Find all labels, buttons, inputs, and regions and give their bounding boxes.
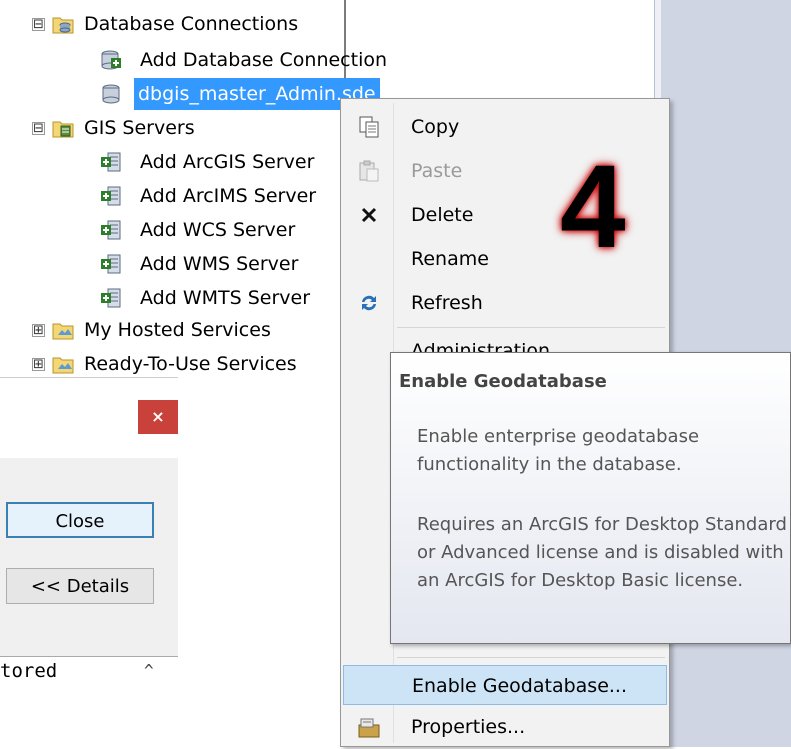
menu-label: Enable Geodatabase...: [412, 675, 628, 697]
tree-node-server-1[interactable]: Add ArcIMS Server: [0, 180, 340, 212]
menu-item-refresh[interactable]: Refresh: [343, 283, 667, 323]
menu-label: Rename: [411, 248, 489, 270]
tree-label: Add WMS Server: [140, 253, 299, 275]
tree-node-ready-to-use[interactable]: ⊞ Ready-To-Use Services: [0, 348, 340, 380]
tree-label: Add WCS Server: [140, 219, 296, 241]
tree-label: Ready-To-Use Services: [84, 353, 297, 375]
folder-icon: [52, 323, 74, 340]
tree-node-my-hosted-services[interactable]: ⊞ My Hosted Services: [0, 314, 340, 346]
progress-dialog: × Close << Details tored ^: [0, 377, 178, 749]
tree-node-server-4[interactable]: Add WMTS Server: [0, 282, 340, 314]
step-number-annotation: 4: [560, 141, 626, 273]
expand-icon[interactable]: ⊞: [32, 358, 45, 371]
scroll-up-icon[interactable]: ^: [144, 661, 154, 680]
tree-node-server-3[interactable]: Add WMS Server: [0, 248, 340, 280]
database-icon: [102, 84, 120, 104]
database-folder-icon: [52, 17, 74, 34]
paste-icon: [359, 160, 379, 182]
properties-icon: [358, 718, 380, 738]
add-connection-icon: [101, 50, 121, 70]
tree-label: GIS Servers: [84, 117, 195, 139]
tooltip-title: Enable Geodatabase: [399, 371, 607, 392]
add-server-icon: [101, 254, 121, 274]
tooltip: Enable Geodatabase Enable enterprise geo…: [390, 352, 791, 644]
delete-icon: [361, 207, 377, 223]
tooltip-description: Enable enterprise geodatabase functional…: [417, 426, 700, 475]
menu-label: Copy: [411, 116, 460, 138]
dialog-titlebar: ×: [0, 378, 178, 458]
details-button[interactable]: << Details: [6, 568, 154, 604]
add-server-icon: [101, 186, 121, 206]
close-icon[interactable]: ×: [138, 400, 178, 434]
close-button[interactable]: Close: [6, 502, 154, 538]
tree-label: Add Database Connection: [140, 49, 388, 71]
tree-label: Database Connections: [84, 13, 299, 35]
menu-separator: [397, 327, 665, 328]
menu-item-properties[interactable]: Properties...: [343, 707, 667, 747]
tree-label: My Hosted Services: [84, 319, 271, 341]
menu-label: Properties...: [411, 716, 526, 738]
collapse-icon[interactable]: ⊟: [32, 18, 45, 31]
tree-node-add-database-connection[interactable]: Add Database Connection: [0, 44, 387, 76]
menu-separator: [397, 657, 665, 658]
tree-label: Add ArcIMS Server: [140, 185, 317, 207]
tree-node-server-0[interactable]: Add ArcGIS Server: [0, 146, 340, 178]
tree-node-server-2[interactable]: Add WCS Server: [0, 214, 340, 246]
refresh-icon: [362, 295, 376, 311]
log-text: tored: [0, 660, 58, 682]
tree-node-selected-connection[interactable]: dbgis_master_Admin.sde: [0, 78, 380, 110]
add-server-icon: [101, 152, 121, 172]
collapse-icon[interactable]: ⊟: [32, 122, 45, 135]
menu-label: Refresh: [411, 292, 483, 314]
copy-icon: [359, 116, 379, 138]
server-folder-icon: [52, 121, 74, 138]
folder-icon: [52, 357, 74, 374]
tree-node-database-connections[interactable]: ⊟ Database Connections: [0, 8, 340, 40]
menu-label: Delete: [411, 204, 474, 226]
tree-node-gis-servers[interactable]: ⊟ GIS Servers: [0, 112, 340, 144]
tree-label: Add WMTS Server: [140, 287, 311, 309]
tree-label: Add ArcGIS Server: [140, 151, 315, 173]
expand-icon[interactable]: ⊞: [32, 324, 45, 337]
menu-label: Paste: [411, 160, 463, 182]
log-textarea[interactable]: tored ^: [0, 656, 178, 749]
menu-item-enable-geodatabase[interactable]: Enable Geodatabase...: [343, 665, 667, 705]
add-server-icon: [101, 288, 121, 308]
add-server-icon: [101, 220, 121, 240]
tooltip-license-note: Requires an ArcGIS for Desktop Standard …: [417, 514, 787, 591]
